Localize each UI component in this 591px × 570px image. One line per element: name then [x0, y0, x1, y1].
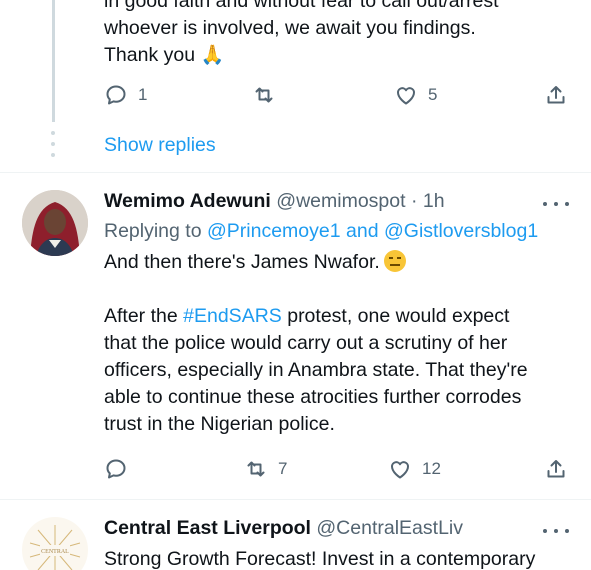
like-button[interactable]: 12	[388, 457, 441, 481]
tweet[interactable]: CENTRAL Central East Liverpool @CentralE…	[0, 500, 591, 570]
more-dot	[554, 529, 558, 533]
heart-icon	[396, 87, 416, 105]
logo-text: CENTRAL	[41, 549, 69, 555]
tweet-body: And then there's James Nwafor. After the…	[104, 249, 574, 438]
heart-icon	[390, 461, 410, 479]
tweet-text-first: And then there's James Nwafor.	[104, 251, 380, 273]
tweet-action-bar: 1 5	[104, 83, 574, 109]
more-dot	[543, 202, 547, 206]
thread-connector-line	[52, 0, 55, 122]
reply-mention-2[interactable]: @Gistloversblog1	[384, 220, 538, 242]
retweet-count: 7	[278, 459, 288, 478]
author-name[interactable]: Wemimo Adewuni	[104, 190, 271, 212]
tweet-time[interactable]: 1h	[423, 190, 445, 212]
avatar[interactable]	[22, 190, 88, 256]
text-after-the: After the	[104, 305, 178, 327]
tweet-text-line: Strong Growth Forecast! Invest in a cont…	[104, 548, 536, 570]
reply-icon	[106, 459, 126, 479]
tweet-text-line: And then there's James Nwafor.	[104, 249, 574, 276]
more-options-button[interactable]	[543, 194, 569, 214]
tweet-text-line: trust in the Nigerian police.	[104, 413, 335, 435]
share-icon	[547, 460, 565, 478]
share-button[interactable]	[544, 83, 568, 107]
text-protest: protest, one would expect	[287, 305, 510, 327]
share-button[interactable]	[544, 457, 568, 481]
author-handle[interactable]: @CentralEastLiv	[316, 517, 463, 539]
like-count: 12	[422, 459, 441, 478]
dot-separator: ·	[410, 190, 418, 212]
tweet-text-line: that the police would carry out a scruti…	[104, 332, 508, 354]
like-count: 5	[428, 85, 438, 104]
folded-hands-emoji: 🙏	[200, 45, 225, 66]
avatar[interactable]: CENTRAL	[22, 517, 88, 570]
retweet-button[interactable]	[252, 83, 276, 107]
thread-ellipsis-dots	[50, 131, 56, 161]
tweet-text-thank-you: Thank you	[104, 44, 196, 66]
previous-tweet: in good faith and without fear to call o…	[0, 0, 591, 172]
reply-and-word: and	[346, 220, 379, 242]
tweet-text-line: officers, especially in Anambra state. T…	[104, 359, 528, 381]
reply-mention-1[interactable]: @Princemoye1	[207, 220, 341, 242]
replying-to-line: Replying to @Princemoye1 and @Gistlovers…	[104, 220, 538, 243]
hashtag-link[interactable]: #EndSARS	[183, 305, 282, 327]
reply-button[interactable]: 1	[104, 83, 147, 107]
tweet-header: Central East Liverpool @CentralEastLiv	[104, 517, 463, 540]
share-icon	[547, 86, 565, 104]
retweet-button[interactable]: 7	[244, 457, 287, 481]
more-dot	[554, 202, 558, 206]
author-handle[interactable]: @wemimospot	[276, 190, 405, 212]
tweet[interactable]: Wemimo Adewuni @wemimospot · 1h Replying…	[0, 173, 591, 499]
retweet-icon	[247, 461, 265, 477]
replying-to-label: Replying to	[104, 220, 202, 242]
reply-button[interactable]	[104, 457, 128, 481]
more-options-button[interactable]	[543, 521, 569, 541]
tweet-body: in good faith and without fear to call o…	[104, 0, 574, 69]
tweet-text-line: in good faith and without fear to call o…	[104, 0, 499, 12]
more-dot	[565, 202, 569, 206]
author-name[interactable]: Central East Liverpool	[104, 517, 311, 539]
tweet-text-line: Thank you 🙏	[104, 42, 574, 69]
more-dot	[543, 529, 547, 533]
tweet-header: Wemimo Adewuni @wemimospot · 1h	[104, 190, 445, 213]
sunburst-logo-icon: CENTRAL	[29, 525, 81, 570]
tweet-text-line: able to continue these atrocities furthe…	[104, 386, 522, 408]
tweet-action-bar: 7 12	[104, 457, 574, 483]
reply-count: 1	[138, 85, 148, 104]
tweet-text-line: After the #EndSARS protest, one would ex…	[104, 303, 574, 330]
reply-icon	[106, 85, 126, 105]
tweet-text-line: whoever is involved, we await you findin…	[104, 17, 476, 39]
expressionless-emoji	[383, 250, 406, 272]
show-replies-link[interactable]: Show replies	[104, 134, 216, 157]
profile-photo	[22, 190, 88, 256]
more-dot	[565, 529, 569, 533]
retweet-icon	[255, 87, 273, 103]
like-button[interactable]: 5	[394, 83, 437, 107]
